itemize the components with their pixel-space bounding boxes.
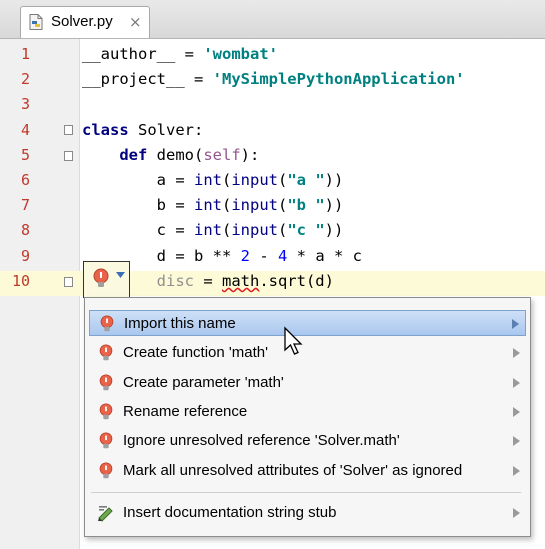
red-bulb-icon [93, 268, 109, 287]
code-token: "c " [287, 221, 325, 240]
pencil-icon [97, 504, 115, 522]
code-token: input [231, 221, 278, 240]
python-file-icon [29, 14, 43, 30]
code-token: demo( [147, 145, 204, 164]
code-token: int [193, 221, 222, 240]
code-line[interactable]: b = int(input("b ")) [82, 196, 344, 215]
close-icon[interactable]: × [129, 13, 142, 31]
submenu-arrow-icon[interactable] [513, 407, 520, 417]
chevron-down-icon [116, 272, 125, 278]
code-token: __project__ = [82, 70, 213, 89]
code-token: ( [278, 221, 288, 240]
line-number: 1 [20, 45, 30, 63]
submenu-arrow-icon[interactable] [513, 348, 520, 358]
code-token: ): [240, 145, 260, 164]
code-token: __author__ = [82, 45, 204, 63]
code-token: .sqrt(d) [259, 271, 334, 290]
submenu-arrow-icon[interactable] [513, 436, 520, 446]
intention-action-label: Insert documentation string stub [123, 504, 337, 521]
red-bulb-icon [97, 374, 115, 392]
line-number: 9 [20, 246, 30, 265]
tab-solver-py[interactable]: Solver.py × [20, 6, 150, 38]
mouse-cursor-icon [284, 326, 303, 355]
submenu-arrow-icon[interactable] [513, 508, 520, 518]
code-token: ( [221, 171, 232, 189]
intention-action-item[interactable]: Ignore unresolved reference 'Solver.math… [89, 428, 526, 454]
code-token: self [203, 145, 241, 164]
line-number: 5 [20, 145, 30, 164]
submenu-arrow-icon[interactable] [513, 378, 520, 388]
code-line[interactable]: def demo(self): [82, 146, 259, 164]
code-token: 4 [277, 246, 288, 265]
code-line[interactable]: c = int(input("c ")) [82, 221, 344, 240]
line-number: 6 [20, 171, 30, 189]
code-token: class [82, 120, 129, 139]
fold-marker-icon[interactable] [64, 125, 73, 135]
menu-separator [91, 492, 521, 493]
code-line[interactable]: __author__ = 'wombat' [82, 45, 278, 63]
line-number: 10 [11, 271, 30, 290]
intention-action-label: Import this name [124, 315, 236, 332]
code-token: ( [278, 196, 288, 215]
intention-action-label: Mark all unresolved attributes of 'Solve… [123, 462, 463, 479]
code-line[interactable]: __project__ = 'MySimplePythonApplication… [82, 70, 465, 88]
code-token: disc [156, 271, 194, 290]
code-token: 2 [240, 246, 250, 265]
code-token: )) [324, 171, 344, 189]
editor-tab-bar: Solver.py × [0, 0, 545, 39]
code-token: int [193, 196, 222, 215]
fold-marker-icon[interactable] [64, 277, 73, 287]
intention-action-item[interactable]: Rename reference [89, 399, 526, 425]
code-token: math [221, 271, 260, 290]
code-token: def [119, 145, 148, 164]
intention-bulb-button[interactable] [83, 261, 130, 298]
intention-action-item[interactable]: Create parameter 'math' [89, 370, 526, 396]
red-bulb-icon [97, 344, 115, 362]
code-token: input [231, 171, 278, 189]
line-number: 7 [20, 196, 30, 215]
intention-action-label: Ignore unresolved reference 'Solver.math… [123, 432, 400, 449]
intention-action-label: Create parameter 'math' [123, 374, 284, 391]
code-token: ( [278, 171, 288, 189]
tab-filename: Solver.py [51, 13, 113, 30]
intention-action-label: Create function 'math' [123, 344, 268, 361]
code-token: Solver: [128, 120, 204, 139]
code-line[interactable]: class Solver: [82, 121, 203, 139]
code-token: * a * c [287, 246, 362, 265]
line-number: 3 [20, 95, 30, 114]
code-token: = [193, 271, 222, 290]
line-number: 2 [20, 70, 30, 89]
code-token: 'wombat' [203, 45, 278, 63]
code-token: "b " [287, 196, 325, 215]
code-token: c = [82, 221, 194, 240]
red-bulb-icon [97, 432, 115, 450]
code-token: b = [82, 196, 194, 215]
line-number: 4 [20, 120, 30, 139]
code-token: )) [324, 196, 344, 215]
code-token: a = [82, 171, 194, 189]
code-token: ( [221, 196, 232, 215]
code-token: ( [221, 221, 232, 240]
code-token: 'MySimplePythonApplication' [212, 70, 465, 89]
red-bulb-icon [98, 315, 116, 333]
intention-action-item[interactable]: Insert documentation string stub [89, 500, 526, 526]
red-bulb-icon [97, 403, 115, 421]
submenu-arrow-icon[interactable] [512, 319, 519, 329]
code-token: )) [324, 221, 344, 240]
submenu-arrow-icon[interactable] [513, 466, 520, 476]
code-token: input [231, 196, 278, 215]
code-token: int [193, 171, 222, 189]
code-line[interactable]: a = int(input("a ")) [82, 171, 344, 189]
intention-action-item[interactable]: Mark all unresolved attributes of 'Solve… [89, 458, 526, 484]
fold-marker-icon[interactable] [64, 151, 73, 161]
code-token: "a " [287, 171, 325, 189]
red-bulb-icon [97, 462, 115, 480]
line-number: 8 [20, 221, 30, 240]
intention-action-label: Rename reference [123, 403, 248, 420]
code-token: - [249, 246, 278, 265]
